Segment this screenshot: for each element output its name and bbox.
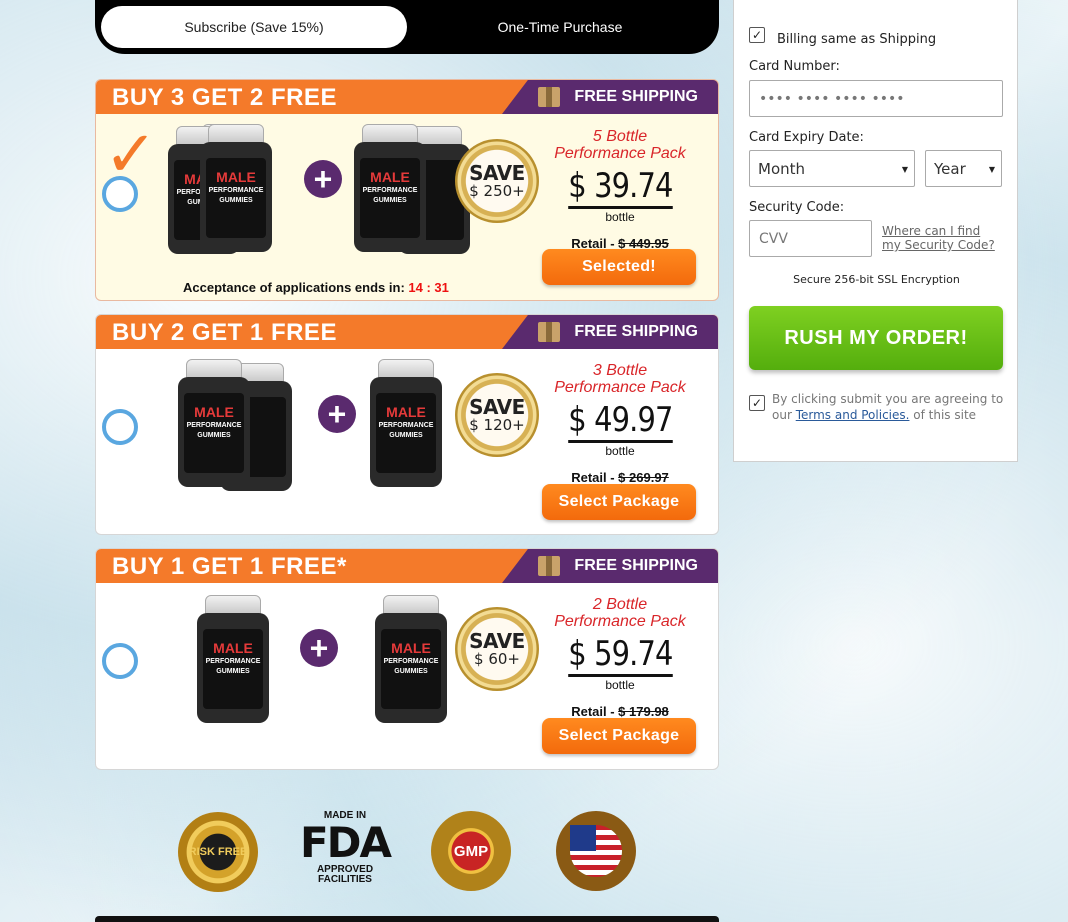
package-card-5-bottle[interactable]: BUY 3 GET 2 FREE FREE SHIPPING ✓ MALE PER… [95, 79, 719, 301]
billing-same-checkbox[interactable]: ✓ [749, 27, 765, 43]
security-code-label: Security Code: [749, 200, 845, 215]
selected-button[interactable]: Selected! [542, 249, 696, 285]
subscribe-option[interactable]: Subscribe (Save 15%) [101, 6, 407, 48]
gmp-badge: GMP [431, 811, 511, 891]
payment-panel: ✓ Billing same as Shipping Card Number: … [733, 0, 1018, 462]
plus-icon: + [304, 160, 342, 198]
free-shipping-label: FREE SHIPPING [574, 88, 698, 105]
card-expiry-label: Card Expiry Date: [749, 130, 864, 145]
save-seal: SAVE $ 120+ [455, 373, 539, 457]
rush-my-order-button[interactable]: RUSH MY ORDER! [749, 306, 1003, 370]
retail-price: Retail - $ 179.98 [571, 704, 669, 719]
shipping-box-icon [538, 556, 561, 576]
made-in-usa-badge [556, 811, 636, 891]
terms-agreement-text: By clicking submit you are agreeing to o… [772, 392, 1004, 422]
package-radio[interactable] [102, 643, 138, 679]
product-bottle-image: MALEPERFORMANCEGUMMIES [370, 359, 442, 487]
package-header: BUY 3 GET 2 FREE FREE SHIPPING [96, 80, 718, 114]
unit-price: $ 39.74 [567, 166, 673, 209]
bottom-bar [95, 916, 719, 922]
plus-icon: + [318, 395, 356, 433]
product-bottle-image: MALEPERFORMANCEGUMMIES [200, 124, 272, 252]
risk-free-badge: RISK FREE [178, 812, 258, 892]
product-bottle-image: MALEPERFORMANCEGUMMIES [354, 124, 426, 252]
countdown-timer: Acceptance of applications ends in: 14 :… [183, 280, 449, 295]
free-shipping-label: FREE SHIPPING [574, 557, 698, 574]
usa-flag-icon [570, 825, 622, 877]
product-bottle-image: MALEPERFORMANCEGUMMIES [197, 595, 269, 723]
price-block: 3 Bottle Performance Pack $ 49.97 bottle… [540, 362, 700, 485]
free-shipping-banner: FREE SHIPPING [502, 80, 718, 114]
billing-same-label: Billing same as Shipping [777, 32, 937, 47]
deal-title: BUY 2 GET 1 FREE [112, 319, 337, 346]
select-package-button[interactable]: Select Package [542, 484, 696, 520]
save-seal: SAVE $ 60+ [455, 607, 539, 691]
deal-title: BUY 1 GET 1 FREE* [112, 553, 347, 580]
save-seal: SAVE $ 250+ [455, 139, 539, 223]
select-package-button[interactable]: Select Package [542, 718, 696, 754]
plus-icon: + [300, 629, 338, 667]
unit-price: $ 49.97 [567, 400, 673, 443]
terms-link[interactable]: Terms and Policies. [796, 408, 910, 422]
fda-badge: MADE IN FDA APPROVED FACILITIES [299, 810, 392, 885]
expiry-year-select[interactable]: Year ▼ [925, 150, 1002, 187]
free-shipping-banner: FREE SHIPPING [502, 315, 718, 349]
expiry-month-select[interactable]: Month ▼ [749, 150, 915, 187]
terms-checkbox[interactable]: ✓ [749, 395, 765, 411]
card-number-input[interactable]: •••• •••• •••• •••• [749, 80, 1003, 117]
free-shipping-banner: FREE SHIPPING [502, 549, 718, 583]
shipping-box-icon [538, 87, 561, 107]
package-radio[interactable] [102, 409, 138, 445]
package-header: BUY 2 GET 1 FREE FREE SHIPPING [96, 315, 718, 349]
price-block: 5 Bottle Performance Pack $ 39.74 bottle… [540, 128, 700, 251]
free-shipping-label: FREE SHIPPING [574, 323, 698, 340]
deal-title: BUY 3 GET 2 FREE [112, 84, 337, 111]
package-radio[interactable] [102, 176, 138, 212]
cvv-input[interactable]: CVV [749, 220, 872, 257]
purchase-type-toggle: Subscribe (Save 15%) One-Time Purchase [95, 0, 719, 54]
price-block: 2 Bottle Performance Pack $ 59.74 bottle… [540, 596, 700, 719]
one-time-purchase-option[interactable]: One-Time Purchase [407, 6, 713, 48]
package-header: BUY 1 GET 1 FREE* FREE SHIPPING [96, 549, 718, 583]
package-card-3-bottle[interactable]: BUY 2 GET 1 FREE FREE SHIPPING MALE PERFO… [95, 314, 719, 535]
retail-price: Retail - $ 269.97 [571, 470, 669, 485]
find-security-code-link[interactable]: Where can I find my Security Code? [882, 224, 995, 252]
ssl-text: Secure 256-bit SSL Encryption [793, 273, 960, 286]
package-card-2-bottle[interactable]: BUY 1 GET 1 FREE* FREE SHIPPING MALE PERF… [95, 548, 719, 770]
product-bottle-image: MALEPERFORMANCEGUMMIES [178, 359, 250, 487]
shipping-box-icon [538, 322, 561, 342]
unit-price: $ 59.74 [567, 634, 673, 677]
product-bottle-image: MALEPERFORMANCEGUMMIES [375, 595, 447, 723]
card-number-label: Card Number: [749, 59, 840, 74]
